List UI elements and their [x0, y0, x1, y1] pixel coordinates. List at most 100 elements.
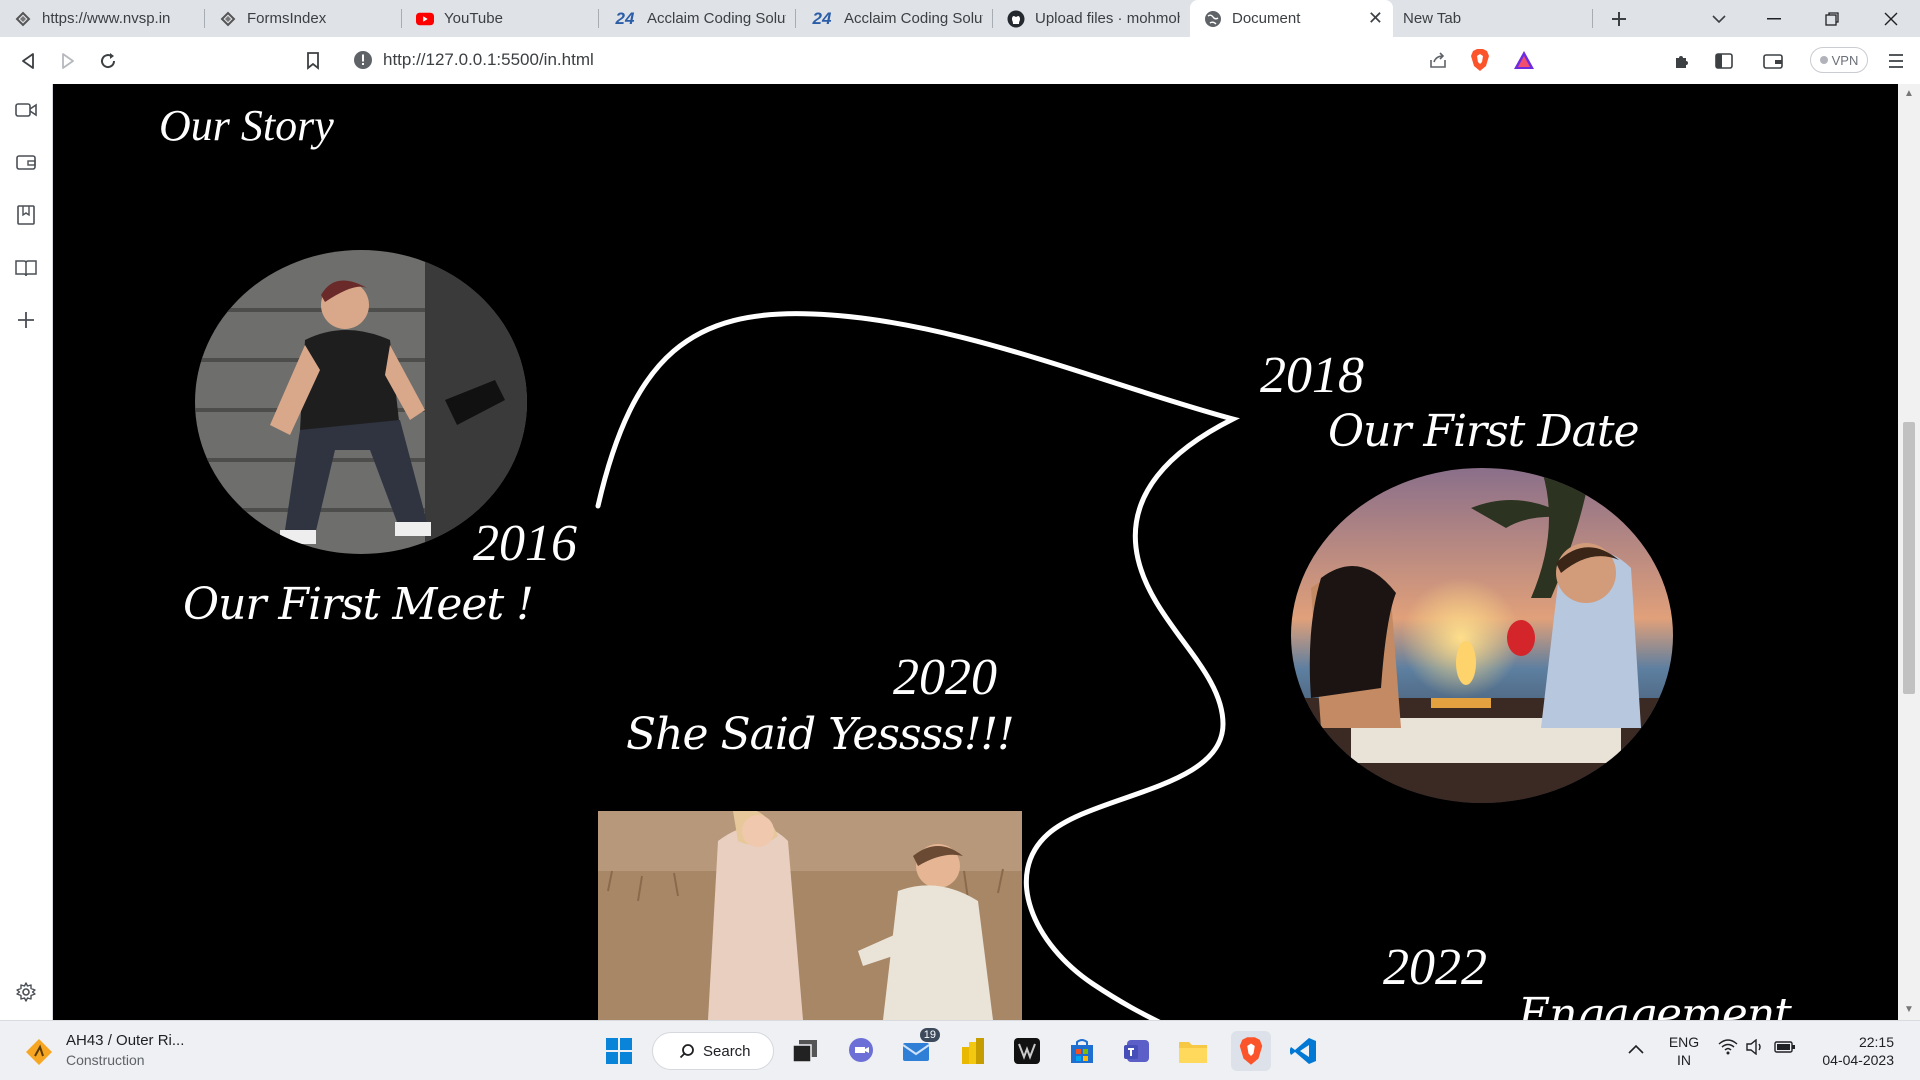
- microsoft-store-icon[interactable]: [1065, 1034, 1099, 1068]
- windows-taskbar: AH43 / Outer Ri... Construction Search 1…: [0, 1020, 1920, 1080]
- predator-icon[interactable]: [1010, 1034, 1044, 1068]
- vpn-button[interactable]: VPN: [1810, 47, 1868, 73]
- year-2020: 2020: [893, 649, 997, 706]
- power-bi-icon[interactable]: [956, 1034, 990, 1068]
- year-2016: 2016: [473, 515, 577, 572]
- clock-date: 04-04-2023: [1822, 1052, 1894, 1068]
- browser-sidebar: [0, 84, 53, 1020]
- caption-first-date: Our First Date: [1328, 406, 1640, 457]
- share-icon[interactable]: [1428, 50, 1448, 75]
- nvsp-icon: [14, 10, 32, 28]
- add-panel-icon[interactable]: [12, 306, 40, 334]
- youtube-icon: [416, 10, 434, 28]
- teams-chat-icon[interactable]: [844, 1034, 878, 1068]
- settings-gear-icon[interactable]: [12, 978, 40, 1006]
- caption-first-meet: Our First Meet !: [183, 579, 534, 630]
- vscode-icon[interactable]: [1286, 1034, 1320, 1068]
- reload-button[interactable]: [90, 37, 126, 84]
- sidebar-toggle-icon[interactable]: [1706, 37, 1742, 84]
- weather-title[interactable]: AH43 / Outer Ri...: [66, 1032, 184, 1049]
- scroll-thumb[interactable]: [1903, 422, 1915, 694]
- weather-icon[interactable]: [24, 1037, 54, 1072]
- photo-proposal: [598, 811, 1022, 1020]
- close-window-button[interactable]: [1862, 0, 1920, 37]
- tab-formsindex[interactable]: FormsIndex: [205, 0, 402, 37]
- caption-proposal: She Said Yessss!!!: [626, 709, 1015, 760]
- tab-title: Document: [1232, 10, 1301, 27]
- wallet-sidebar-icon[interactable]: [12, 148, 40, 176]
- acclaim-icon: 24: [812, 8, 832, 28]
- clock[interactable]: 22:15 04-04-2023: [1812, 1033, 1902, 1069]
- teams-icon[interactable]: [1120, 1034, 1154, 1068]
- year-2018: 2018: [1260, 347, 1364, 404]
- tab-title: New Tab: [1403, 10, 1462, 27]
- close-icon[interactable]: ✕: [1368, 8, 1383, 29]
- tab-strip: https://www.nvsp.in FormsIndex YouTube 2…: [0, 0, 1920, 37]
- lang-top: ENG: [1668, 1034, 1700, 1050]
- tab-nvsp[interactable]: https://www.nvsp.in: [0, 0, 205, 37]
- video-call-icon[interactable]: [12, 96, 40, 124]
- new-tab-button[interactable]: [1593, 0, 1645, 37]
- site-info-icon[interactable]: [353, 50, 373, 75]
- github-icon: [1007, 10, 1025, 28]
- page-scrollbar[interactable]: ▲ ▼: [1898, 84, 1920, 1020]
- tab-acclaim-2[interactable]: 24 Acclaim Coding Solutic: [796, 0, 993, 37]
- minimize-button[interactable]: [1745, 0, 1803, 37]
- language-indicator[interactable]: ENG IN: [1666, 1033, 1702, 1069]
- acclaim-icon: 24: [615, 8, 635, 28]
- tray-overflow-chevron-icon[interactable]: [1628, 1041, 1644, 1059]
- brave-rewards-icon[interactable]: [1513, 50, 1535, 75]
- scroll-up-arrow-icon[interactable]: ▲: [1903, 88, 1915, 100]
- bookmark-icon[interactable]: [295, 37, 331, 84]
- clock-time: 22:15: [1858, 1034, 1894, 1050]
- extensions-icon[interactable]: [1664, 37, 1700, 84]
- tab-title: https://www.nvsp.in: [42, 10, 171, 27]
- globe-icon: [1204, 10, 1222, 28]
- photo-first-date: [1291, 468, 1673, 803]
- tab-github[interactable]: Upload files · mohmoh: [993, 0, 1190, 37]
- vpn-status-dot: [1819, 56, 1828, 64]
- start-windows-icon[interactable]: [602, 1034, 636, 1068]
- address-bar[interactable]: http://127.0.0.1:5500/in.html: [343, 42, 1553, 78]
- vpn-label: VPN: [1831, 52, 1859, 68]
- lang-bottom: IN: [1677, 1052, 1691, 1068]
- tab-newtab[interactable]: New Tab: [1393, 0, 1593, 37]
- photo-first-meet: [195, 250, 527, 554]
- mail-badge: 19: [919, 1028, 940, 1042]
- search-label: Search: [703, 1042, 751, 1060]
- mail-icon[interactable]: 19: [900, 1028, 940, 1068]
- brave-browser-icon[interactable]: [1231, 1031, 1271, 1071]
- forms-icon: [219, 10, 237, 28]
- task-view-icon[interactable]: [788, 1034, 822, 1068]
- scroll-down-arrow-icon[interactable]: ▼: [1903, 1004, 1915, 1016]
- reading-list-icon[interactable]: [12, 254, 40, 282]
- tab-title: Acclaim Coding Solutic: [647, 10, 786, 27]
- tab-youtube[interactable]: YouTube: [402, 0, 599, 37]
- tab-document[interactable]: Document ✕: [1190, 0, 1393, 37]
- story-page: Our Story 2016 Our First Meet ! 2018 Our…: [53, 84, 1898, 1020]
- search-icon: [679, 1044, 694, 1059]
- browser-toolbar: http://127.0.0.1:5500/in.html VPN: [0, 37, 1920, 85]
- tab-acclaim-1[interactable]: 24 Acclaim Coding Solutic: [599, 0, 796, 37]
- tab-title: Upload files · mohmoh: [1035, 10, 1180, 27]
- volume-icon[interactable]: [1746, 1038, 1764, 1060]
- caption-engagement: Engagement: [1518, 989, 1792, 1020]
- wallet-icon[interactable]: [1755, 37, 1791, 84]
- bookmarks-icon[interactable]: [12, 201, 40, 229]
- tab-title: FormsIndex: [247, 10, 327, 27]
- taskbar-search[interactable]: Search: [652, 1032, 774, 1070]
- restore-button[interactable]: [1803, 0, 1861, 37]
- tab-title: YouTube: [444, 10, 503, 27]
- menu-icon[interactable]: [1878, 37, 1914, 84]
- year-2022: 2022: [1383, 939, 1487, 996]
- battery-icon[interactable]: [1774, 1040, 1796, 1059]
- brave-shields-icon[interactable]: [1470, 48, 1490, 77]
- file-explorer-icon[interactable]: [1176, 1034, 1210, 1068]
- forward-button[interactable]: [50, 37, 86, 84]
- back-button[interactable]: [10, 37, 46, 84]
- tab-search-chevron-icon[interactable]: [1690, 0, 1748, 37]
- wifi-icon[interactable]: [1718, 1039, 1738, 1060]
- tab-title: Acclaim Coding Solutic: [844, 10, 983, 27]
- weather-subtitle: Construction: [66, 1052, 145, 1068]
- url-text: http://127.0.0.1:5500/in.html: [383, 50, 594, 69]
